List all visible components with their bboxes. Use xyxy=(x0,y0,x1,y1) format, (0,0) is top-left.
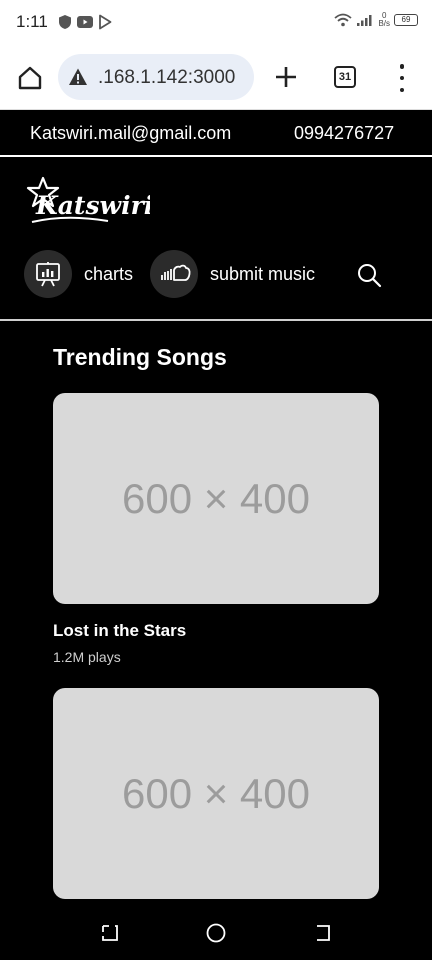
submit-music-nav-button[interactable] xyxy=(150,250,198,298)
nav-divider xyxy=(0,319,432,321)
new-tab-icon[interactable] xyxy=(272,63,300,91)
site-logo[interactable]: Katswiri xyxy=(26,174,150,230)
signal-icon xyxy=(357,15,372,26)
song-title[interactable]: Lost in the Stars xyxy=(53,621,186,641)
more-menu-icon[interactable] xyxy=(392,64,412,92)
search-icon[interactable] xyxy=(356,262,382,288)
back-icon[interactable] xyxy=(311,922,333,944)
contact-phone[interactable]: 0994276727 xyxy=(294,123,394,144)
recents-icon[interactable] xyxy=(99,922,121,944)
charts-nav-label[interactable]: charts xyxy=(84,264,133,285)
song-cover[interactable]: 600 × 400 xyxy=(53,688,379,899)
address-bar[interactable]: .168.1.142:3000 xyxy=(58,54,254,100)
net-speed: 0 B/s xyxy=(378,11,390,28)
submit-music-nav-label[interactable]: submit music xyxy=(210,264,315,285)
contact-email[interactable]: Katswiri.mail@gmail.com xyxy=(30,123,231,144)
battery-icon: 69 xyxy=(394,14,418,26)
song-plays: 1.2M plays xyxy=(53,649,121,665)
tab-switcher-button[interactable]: 31 xyxy=(334,66,356,88)
song-cover[interactable]: 600 × 400 xyxy=(53,393,379,604)
wifi-icon xyxy=(334,13,353,27)
section-title: Trending Songs xyxy=(53,344,227,370)
soundcloud-icon xyxy=(161,264,191,281)
logo-text: Katswiri xyxy=(35,191,150,220)
chart-board-icon xyxy=(36,262,60,287)
shield-icon xyxy=(59,15,71,29)
cover-placeholder-text: 600 × 400 xyxy=(121,474,310,522)
status-bar: 1:11 0 B/s 69 xyxy=(0,0,432,46)
url-text[interactable]: .168.1.142:3000 xyxy=(98,67,235,89)
youtube-icon xyxy=(77,16,93,28)
cover-placeholder-text: 600 × 400 xyxy=(121,769,310,817)
status-time: 1:11 xyxy=(16,12,48,31)
play-store-icon xyxy=(99,14,112,30)
browser-toolbar: .168.1.142:3000 31 xyxy=(0,46,432,110)
contact-bar: Katswiri.mail@gmail.com 0994276727 xyxy=(0,111,432,157)
charts-nav-button[interactable] xyxy=(24,250,72,298)
warning-icon[interactable] xyxy=(68,67,88,87)
system-navigation-bar xyxy=(0,905,432,960)
home-nav-icon[interactable] xyxy=(205,922,227,944)
home-icon[interactable] xyxy=(16,64,44,92)
